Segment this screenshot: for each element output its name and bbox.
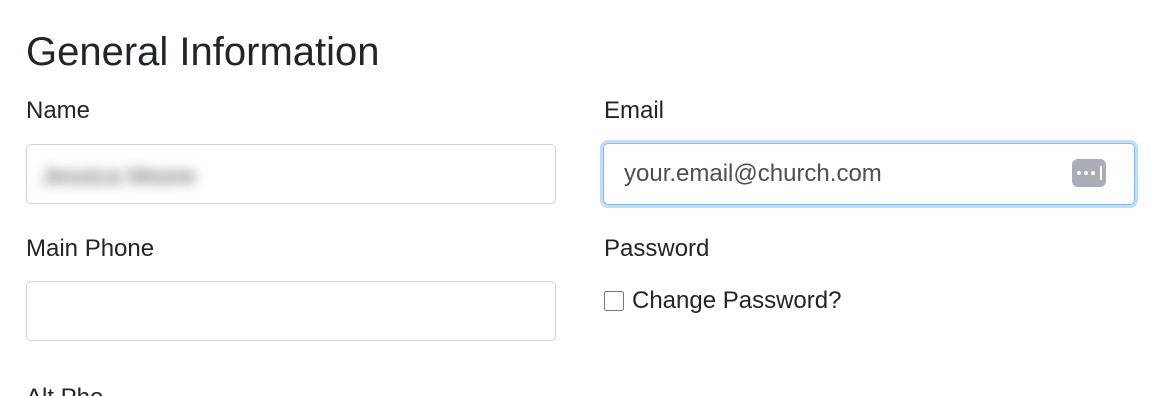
email-field-wrapper — [603, 143, 1135, 205]
general-information-form: General Information Name Jessica Moore E… — [0, 0, 1166, 396]
alt-phone-label: Alt Pho — [26, 383, 103, 396]
change-password-row[interactable]: Change Password? — [604, 286, 841, 316]
password-manager-icon[interactable] — [1072, 159, 1106, 187]
main-phone-label: Main Phone — [26, 235, 155, 262]
name-label: Name — [26, 97, 91, 124]
change-password-checkbox[interactable] — [604, 291, 624, 311]
name-field-wrapper: Jessica Moore — [26, 144, 556, 204]
name-input[interactable] — [27, 145, 555, 203]
email-input[interactable] — [604, 144, 1134, 204]
password-label: Password — [604, 235, 710, 262]
main-phone-field-wrapper — [26, 281, 556, 341]
section-title: General Information — [26, 30, 380, 74]
change-password-label: Change Password? — [632, 287, 842, 314]
email-label: Email — [604, 97, 665, 124]
main-phone-input[interactable] — [27, 282, 555, 340]
